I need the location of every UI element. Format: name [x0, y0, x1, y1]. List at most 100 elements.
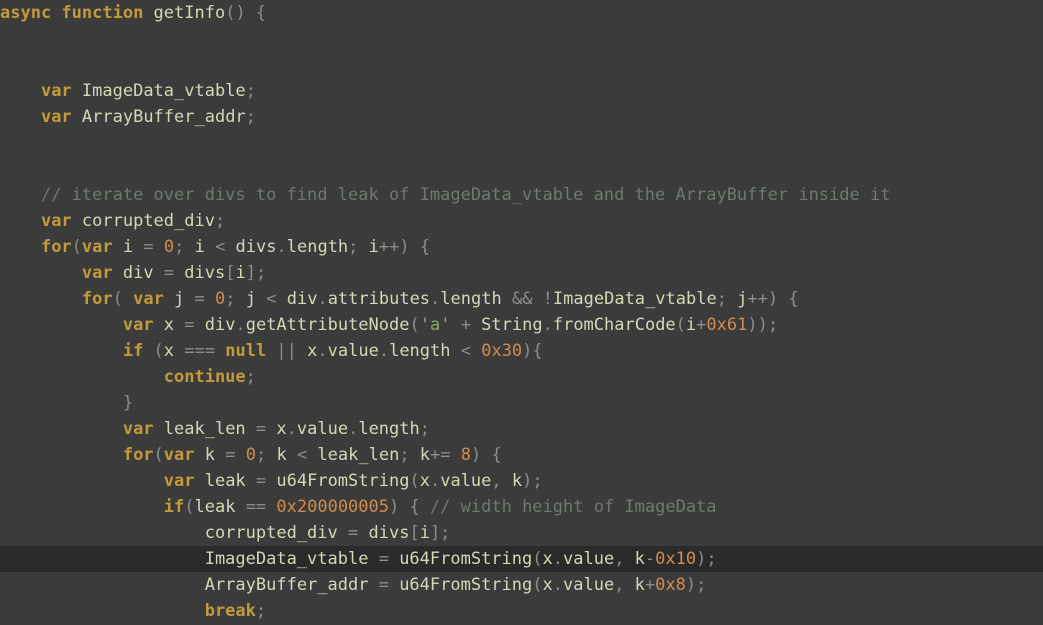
token-punc: ,: [614, 549, 634, 569]
token-punc: ;: [420, 419, 430, 439]
token-punc: }: [123, 393, 133, 413]
code-line[interactable]: for(var k = 0; k < leak_len; k+= 8) {: [0, 442, 1043, 468]
token-id: x: [543, 575, 553, 595]
token-id: div: [205, 315, 236, 335]
code-line[interactable]: ImageData_vtable = u64FromString(x.value…: [0, 546, 1043, 572]
token-id: k: [512, 471, 522, 491]
token-id: j: [246, 289, 256, 309]
token-op: <: [451, 341, 482, 361]
token-punc: [0, 471, 164, 491]
token-punc: [0, 419, 123, 439]
code-line[interactable]: if (x === null || x.value.length < 0x30)…: [0, 338, 1043, 364]
token-call: u64FromString: [276, 471, 409, 491]
token-op: ++: [379, 237, 399, 257]
token-kw: if: [164, 497, 184, 517]
token-punc: [0, 393, 123, 413]
token-kw: for: [41, 237, 72, 257]
token-punc: [0, 133, 10, 153]
token-fn: getInfo: [154, 3, 226, 23]
code-line[interactable]: if(leak == 0x200000005) { // width heigh…: [0, 494, 1043, 520]
code-line[interactable]: continue;: [0, 364, 1043, 390]
code-line[interactable]: var corrupted_div;: [0, 208, 1043, 234]
token-str: 'a': [420, 315, 451, 335]
token-id: div: [123, 263, 154, 283]
token-punc: ;: [215, 211, 225, 231]
code-line[interactable]: var leak = u64FromString(x.value, k);: [0, 468, 1043, 494]
token-op: ==: [235, 497, 276, 517]
token-punc: .: [317, 341, 327, 361]
code-line[interactable]: corrupted_div = divs[i];: [0, 520, 1043, 546]
token-punc: .: [277, 237, 287, 257]
token-op: =: [246, 419, 277, 439]
token-op: =: [368, 575, 399, 595]
token-punc: ;: [717, 289, 737, 309]
token-kw: var: [123, 419, 164, 439]
token-op: =: [368, 549, 399, 569]
code-line[interactable]: async function getInfo() {: [0, 0, 1043, 26]
token-punc: [0, 289, 82, 309]
code-line[interactable]: [0, 26, 1043, 52]
token-punc: .: [543, 315, 553, 335]
token-punc: (: [113, 289, 133, 309]
code-line[interactable]: [0, 52, 1043, 78]
token-punc: .: [553, 575, 563, 595]
token-punc: [0, 341, 123, 361]
token-punc: ) {: [389, 497, 430, 517]
token-punc: [0, 107, 41, 127]
token-punc: .: [379, 341, 389, 361]
code-line[interactable]: var leak_len = x.value.length;: [0, 416, 1043, 442]
token-punc: [0, 497, 164, 517]
token-id: ImageData_vtable: [205, 549, 369, 569]
token-punc: [: [225, 263, 235, 283]
token-kw: async: [0, 3, 61, 23]
token-prop: length: [389, 341, 450, 361]
code-line[interactable]: ArrayBuffer_addr = u64FromString(x.value…: [0, 572, 1043, 598]
token-punc: [0, 601, 205, 621]
token-kw: var: [123, 315, 164, 335]
code-line[interactable]: [0, 156, 1043, 182]
token-num: 8: [461, 445, 471, 465]
code-line[interactable]: for( var j = 0; j < div.attributes.lengt…: [0, 286, 1043, 312]
code-editor[interactable]: async function getInfo() { var ImageData…: [0, 0, 1043, 625]
code-line[interactable]: }: [0, 390, 1043, 416]
token-punc: ) {: [399, 237, 430, 257]
token-punc: [0, 237, 41, 257]
code-line[interactable]: var ArrayBuffer_addr;: [0, 104, 1043, 130]
token-kw: for: [123, 445, 154, 465]
token-kw: var: [41, 107, 82, 127]
token-punc: .: [553, 549, 563, 569]
token-id: divs: [236, 237, 277, 257]
token-op: +: [645, 575, 655, 595]
token-id: j: [737, 289, 747, 309]
token-id: leak: [195, 497, 236, 517]
token-id: corrupted_div: [205, 523, 338, 543]
code-line[interactable]: [0, 130, 1043, 156]
token-prop: length: [440, 289, 501, 309]
token-call: getAttributeNode: [246, 315, 410, 335]
token-id: i: [369, 237, 379, 257]
code-line[interactable]: break;: [0, 598, 1043, 624]
token-punc: [0, 185, 41, 205]
code-line[interactable]: var x = div.getAttributeNode('a' + Strin…: [0, 312, 1043, 338]
token-num: 0x200000005: [276, 497, 389, 517]
token-punc: .: [235, 315, 245, 335]
code-line[interactable]: // iterate over divs to find leak of Ima…: [0, 182, 1043, 208]
token-punc: [0, 575, 205, 595]
token-punc: [0, 549, 205, 569]
token-op: &&: [502, 289, 543, 309]
token-id: ArrayBuffer_addr: [82, 107, 246, 127]
token-id: x: [307, 341, 317, 361]
token-call: u64FromString: [399, 549, 532, 569]
token-punc: [: [409, 523, 419, 543]
code-line[interactable]: var ImageData_vtable;: [0, 78, 1043, 104]
code-line[interactable]: var div = divs[i];: [0, 260, 1043, 286]
token-punc: [0, 55, 10, 75]
code-line[interactable]: for(var i = 0; i < divs.length; i++) {: [0, 234, 1043, 260]
token-op: -: [645, 549, 655, 569]
token-id: leak_len: [317, 445, 399, 465]
token-num: 0x8: [655, 575, 686, 595]
token-op: <: [205, 237, 236, 257]
token-call: fromCharCode: [553, 315, 676, 335]
token-cmt: // width height of ImageData: [430, 497, 717, 517]
token-num: 0x61: [706, 315, 747, 335]
